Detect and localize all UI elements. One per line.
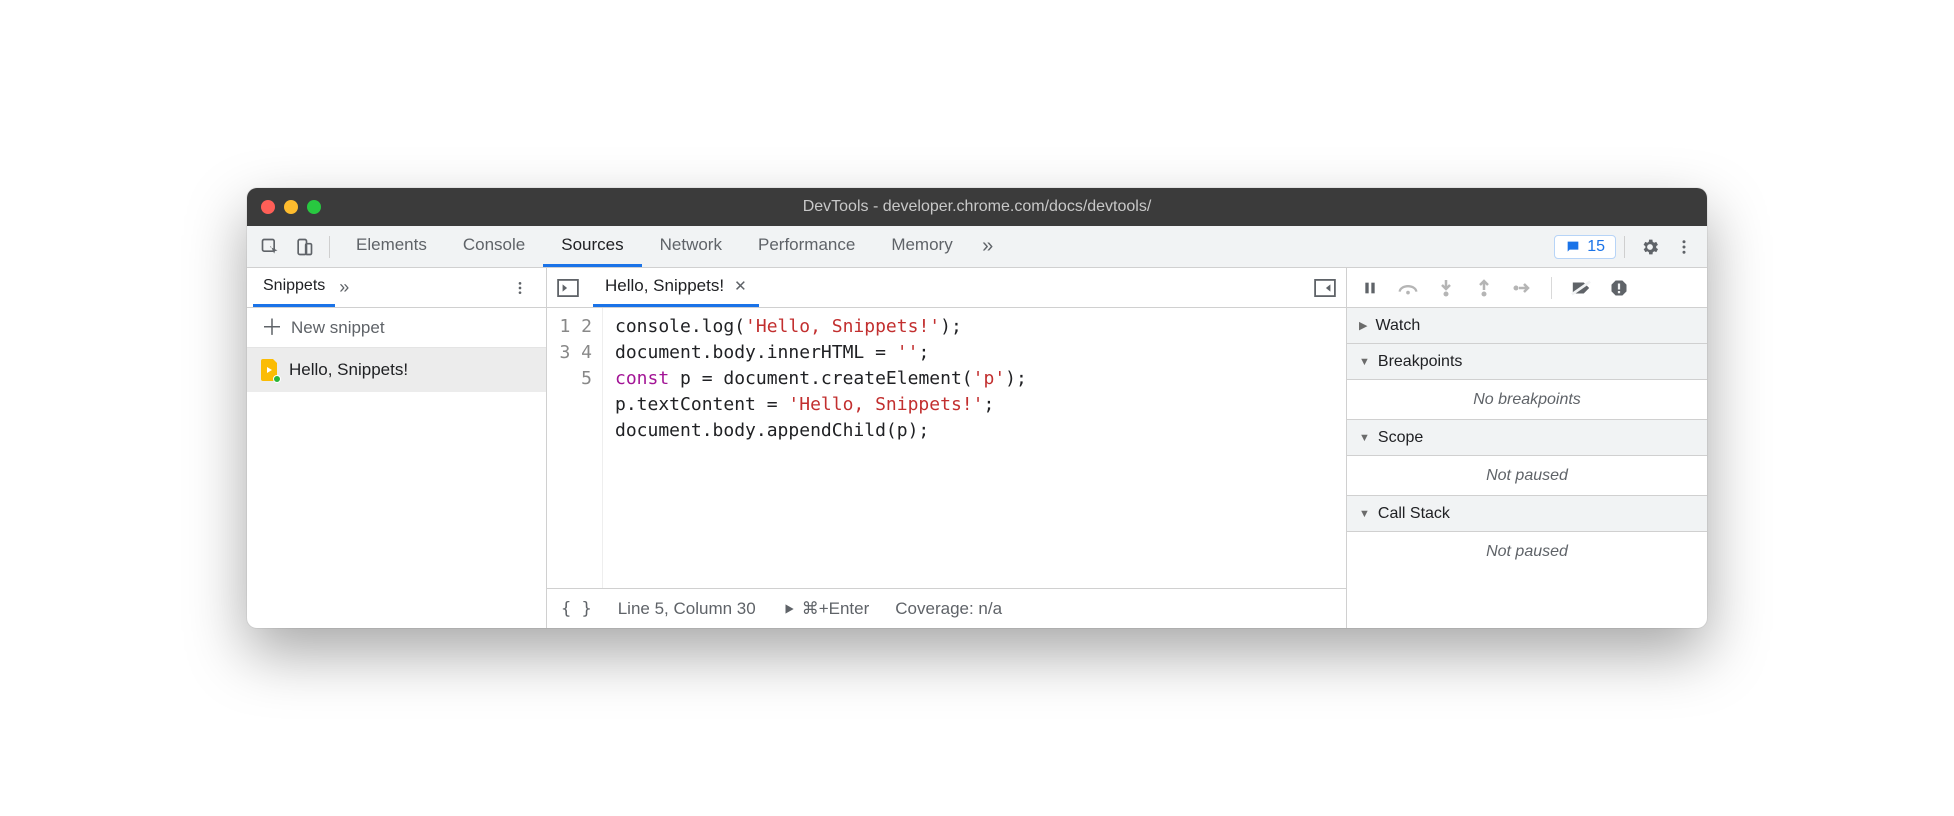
callstack-empty: Not paused <box>1347 532 1707 572</box>
show-debugger-icon[interactable] <box>1310 273 1340 303</box>
settings-icon[interactable] <box>1633 230 1667 264</box>
line-gutter: 1 2 3 4 5 <box>547 308 603 588</box>
run-snippet-button[interactable]: ⌘+Enter <box>782 599 870 619</box>
snippet-list: Hello, Snippets! <box>247 348 546 628</box>
sidebar-tabs: Snippets » <box>247 268 546 308</box>
new-snippet-button[interactable]: ＋ New snippet <box>247 308 546 348</box>
sidebar: Snippets » ＋ New snippet Hello, Snippets… <box>247 268 547 628</box>
divider <box>329 236 330 258</box>
traffic-lights <box>261 200 321 214</box>
snippet-item[interactable]: Hello, Snippets! <box>247 348 546 392</box>
tab-console[interactable]: Console <box>445 226 543 267</box>
step-out-icon[interactable] <box>1471 275 1497 301</box>
pause-script-icon[interactable] <box>1357 275 1383 301</box>
tab-elements[interactable]: Elements <box>338 226 445 267</box>
editor-tab[interactable]: Hello, Snippets! ✕ <box>593 268 759 307</box>
divider <box>1624 236 1625 258</box>
tab-performance[interactable]: Performance <box>740 226 873 267</box>
breakpoints-section-header[interactable]: ▼ Breakpoints <box>1347 344 1707 380</box>
devtools-window: DevTools - developer.chrome.com/docs/dev… <box>247 188 1707 628</box>
pause-on-exceptions-icon[interactable] <box>1606 275 1632 301</box>
more-tabs-icon[interactable]: » <box>971 230 1005 264</box>
deactivate-breakpoints-icon[interactable] <box>1568 275 1594 301</box>
debugger-panel: ▶ Watch ▼ Breakpoints No breakpoints ▼ S… <box>1347 268 1707 628</box>
window-title: DevTools - developer.chrome.com/docs/dev… <box>247 198 1707 216</box>
breakpoints-label: Breakpoints <box>1378 353 1463 371</box>
window-zoom-button[interactable] <box>307 200 321 214</box>
tab-network[interactable]: Network <box>642 226 740 267</box>
divider <box>1551 277 1552 299</box>
new-snippet-label: New snippet <box>291 318 385 338</box>
issues-icon <box>1565 239 1581 255</box>
kebab-menu-icon[interactable] <box>1667 230 1701 264</box>
main-tabs: ElementsConsoleSourcesNetworkPerformance… <box>338 226 971 267</box>
editor-statusbar: { } Line 5, Column 30 ⌘+Enter Coverage: … <box>547 588 1346 628</box>
chevron-down-icon: ▼ <box>1359 508 1370 520</box>
tab-memory[interactable]: Memory <box>873 226 970 267</box>
editor-panel: Hello, Snippets! ✕ 1 2 3 4 5 console.log… <box>547 268 1347 628</box>
chevron-down-icon: ▼ <box>1359 356 1370 368</box>
callstack-label: Call Stack <box>1378 505 1450 523</box>
sidebar-tab-snippets[interactable]: Snippets <box>253 268 335 307</box>
sidebar-tab-label: Snippets <box>263 277 325 295</box>
scope-empty: Not paused <box>1347 456 1707 496</box>
issues-badge[interactable]: 15 <box>1554 235 1616 259</box>
scope-label: Scope <box>1378 429 1423 447</box>
titlebar: DevTools - developer.chrome.com/docs/dev… <box>247 188 1707 226</box>
show-navigator-icon[interactable] <box>553 273 583 303</box>
run-hint: ⌘+Enter <box>802 599 870 619</box>
play-icon <box>782 602 796 616</box>
code-editor[interactable]: 1 2 3 4 5 console.log('Hello, Snippets!'… <box>547 308 1346 588</box>
window-minimize-button[interactable] <box>284 200 298 214</box>
step-icon[interactable] <box>1509 275 1535 301</box>
main-area: Snippets » ＋ New snippet Hello, Snippets… <box>247 268 1707 628</box>
window-close-button[interactable] <box>261 200 275 214</box>
editor-tabs: Hello, Snippets! ✕ <box>547 268 1346 308</box>
main-tabbar: ElementsConsoleSourcesNetworkPerformance… <box>247 226 1707 268</box>
callstack-section-header[interactable]: ▼ Call Stack <box>1347 496 1707 532</box>
coverage-status: Coverage: n/a <box>895 599 1002 619</box>
code-content[interactable]: console.log('Hello, Snippets!');document… <box>603 308 1039 588</box>
watch-section-header[interactable]: ▶ Watch <box>1347 308 1707 344</box>
chevron-right-icon: ▶ <box>1359 319 1367 332</box>
pretty-print-icon[interactable]: { } <box>561 599 592 619</box>
snippet-file-icon <box>261 359 279 381</box>
device-toolbar-icon[interactable] <box>287 230 321 264</box>
step-over-icon[interactable] <box>1395 275 1421 301</box>
sidebar-kebab-icon[interactable] <box>512 280 540 296</box>
scope-section-header[interactable]: ▼ Scope <box>1347 420 1707 456</box>
step-into-icon[interactable] <box>1433 275 1459 301</box>
snippet-item-label: Hello, Snippets! <box>289 360 408 380</box>
plus-icon: ＋ <box>261 317 283 339</box>
cursor-position: Line 5, Column 30 <box>618 599 756 619</box>
breakpoints-empty: No breakpoints <box>1347 380 1707 420</box>
inspect-element-icon[interactable] <box>253 230 287 264</box>
chevron-down-icon: ▼ <box>1359 432 1370 444</box>
close-icon[interactable]: ✕ <box>734 277 747 295</box>
issues-count: 15 <box>1587 238 1605 256</box>
tab-sources[interactable]: Sources <box>543 226 641 267</box>
sidebar-more-tabs-icon[interactable]: » <box>339 277 349 298</box>
debugger-toolbar <box>1347 268 1707 308</box>
editor-tab-label: Hello, Snippets! <box>605 276 724 296</box>
watch-label: Watch <box>1375 317 1420 335</box>
